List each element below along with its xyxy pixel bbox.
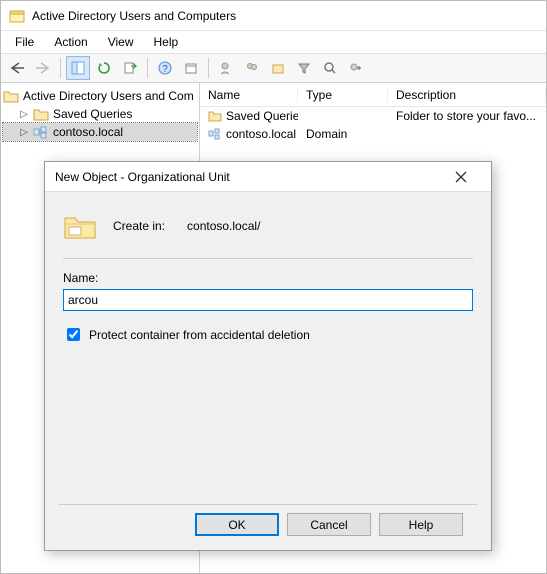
main-window: Active Directory Users and Computers Fil…: [0, 0, 547, 574]
forward-button[interactable]: [31, 56, 55, 80]
list-header: Name Type Description: [200, 83, 546, 107]
folder-icon: [33, 107, 49, 121]
filter-button[interactable]: [292, 56, 316, 80]
aduc-app-icon: [9, 8, 25, 24]
name-label: Name:: [63, 271, 473, 285]
dialog-title: New Object - Organizational Unit: [55, 170, 230, 184]
ou-folder-icon: [63, 212, 97, 240]
name-input[interactable]: [63, 289, 473, 311]
domain-icon: [33, 125, 49, 139]
expand-icon[interactable]: ▷: [19, 109, 29, 120]
window-title: Active Directory Users and Computers: [32, 9, 236, 23]
list-item-name: Saved Queries: [226, 109, 298, 123]
new-user-button[interactable]: [214, 56, 238, 80]
tree-node-saved-queries[interactable]: ▷ Saved Queries: [3, 105, 197, 123]
back-button[interactable]: [5, 56, 29, 80]
menu-view[interactable]: View: [98, 33, 144, 51]
find-button[interactable]: [318, 56, 342, 80]
create-in-label: Create in:: [113, 219, 165, 233]
menubar: File Action View Help: [1, 31, 546, 53]
export-list-button[interactable]: [118, 56, 142, 80]
help-button[interactable]: Help: [379, 513, 463, 536]
column-header-description[interactable]: Description: [388, 88, 546, 102]
tree-node-domain[interactable]: ▷ contoso.local: [3, 123, 197, 141]
toolbar: ?: [1, 53, 546, 83]
ok-button[interactable]: OK: [195, 513, 279, 536]
show-hide-tree-button[interactable]: [66, 56, 90, 80]
protect-checkbox[interactable]: [67, 328, 80, 341]
protect-checkbox-label: Protect container from accidental deleti…: [89, 328, 310, 342]
add-to-group-button[interactable]: [344, 56, 368, 80]
dialog-footer: OK Cancel Help: [59, 504, 477, 550]
tree-root-label: Active Directory Users and Com: [23, 89, 194, 103]
tree-root[interactable]: Active Directory Users and Com: [3, 87, 197, 105]
cancel-button[interactable]: Cancel: [287, 513, 371, 536]
toolbar-separator: [147, 58, 148, 78]
folder-icon: [208, 110, 222, 122]
properties-button[interactable]: [179, 56, 203, 80]
close-button[interactable]: [441, 163, 481, 191]
expand-icon[interactable]: ▷: [19, 127, 29, 138]
list-item-desc: Folder to store your favo...: [388, 109, 546, 123]
list-item[interactable]: Saved Queries Folder to store your favo.…: [200, 107, 546, 125]
column-header-type[interactable]: Type: [298, 88, 388, 102]
tree-node-label: Saved Queries: [53, 107, 132, 121]
new-ou-button[interactable]: [266, 56, 290, 80]
create-in-path: contoso.local/: [187, 219, 260, 233]
domain-icon: [208, 128, 222, 140]
help-button[interactable]: ?: [153, 56, 177, 80]
menu-help[interactable]: Help: [144, 33, 189, 51]
tree-node-label: contoso.local: [53, 125, 123, 139]
toolbar-separator: [60, 58, 61, 78]
column-header-name[interactable]: Name: [200, 88, 298, 102]
toolbar-separator: [208, 58, 209, 78]
dialog-body: Create in: contoso.local/ Name: Protect …: [45, 192, 491, 504]
svg-text:?: ?: [162, 64, 168, 75]
folder-icon: [3, 89, 19, 103]
menu-file[interactable]: File: [5, 33, 44, 51]
dialog-titlebar: New Object - Organizational Unit: [45, 162, 491, 192]
list-item-type: Domain: [298, 127, 388, 141]
refresh-button[interactable]: [92, 56, 116, 80]
new-group-button[interactable]: [240, 56, 264, 80]
divider: [63, 258, 473, 259]
menu-action[interactable]: Action: [44, 33, 97, 51]
titlebar: Active Directory Users and Computers: [1, 1, 546, 31]
new-ou-dialog: New Object - Organizational Unit Create …: [44, 161, 492, 551]
list-item-name: contoso.local: [226, 127, 296, 141]
list-item[interactable]: contoso.local Domain: [200, 125, 546, 143]
